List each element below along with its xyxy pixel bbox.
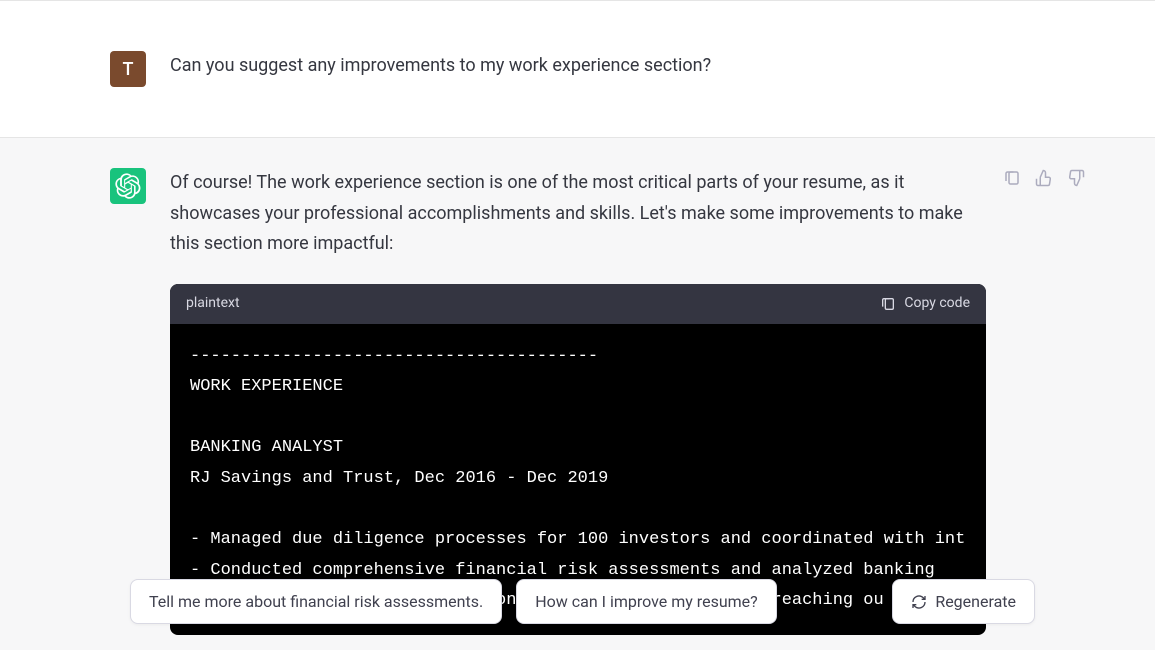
openai-logo-icon bbox=[115, 173, 141, 199]
suggestion-chip-1[interactable]: Tell me more about financial risk assess… bbox=[130, 579, 502, 624]
copy-code-label: Copy code bbox=[904, 292, 970, 316]
assistant-intro-text: Of course! The work experience section i… bbox=[170, 168, 986, 260]
copy-message-button[interactable] bbox=[1002, 168, 1022, 188]
assistant-message-row: Of course! The work experience section i… bbox=[0, 138, 1155, 635]
thumbs-up-icon bbox=[1035, 169, 1053, 187]
regenerate-button[interactable]: Regenerate bbox=[892, 579, 1035, 624]
suggestion-chip-2[interactable]: How can I improve my resume? bbox=[516, 579, 777, 624]
clipboard-icon bbox=[1003, 169, 1021, 187]
copy-code-button[interactable]: Copy code bbox=[880, 292, 970, 316]
regenerate-icon bbox=[911, 594, 927, 610]
thumbs-down-button[interactable] bbox=[1066, 168, 1086, 188]
regenerate-label: Regenerate bbox=[935, 592, 1016, 611]
user-avatar-letter: T bbox=[123, 59, 134, 80]
assistant-avatar bbox=[110, 168, 146, 204]
thumbs-up-button[interactable] bbox=[1034, 168, 1054, 188]
assistant-actions bbox=[1002, 168, 1086, 188]
thumbs-down-icon bbox=[1067, 169, 1085, 187]
assistant-message-content: Of course! The work experience section i… bbox=[170, 168, 986, 635]
code-header: plaintext Copy code bbox=[170, 284, 986, 324]
user-avatar: T bbox=[110, 51, 146, 87]
suggestion-bar: Tell me more about financial risk assess… bbox=[0, 579, 1155, 624]
user-message-text: Can you suggest any improvements to my w… bbox=[170, 51, 990, 82]
user-message-row: T Can you suggest any improvements to my… bbox=[0, 1, 1155, 138]
code-language-label: plaintext bbox=[186, 292, 240, 316]
clipboard-icon bbox=[880, 296, 896, 312]
